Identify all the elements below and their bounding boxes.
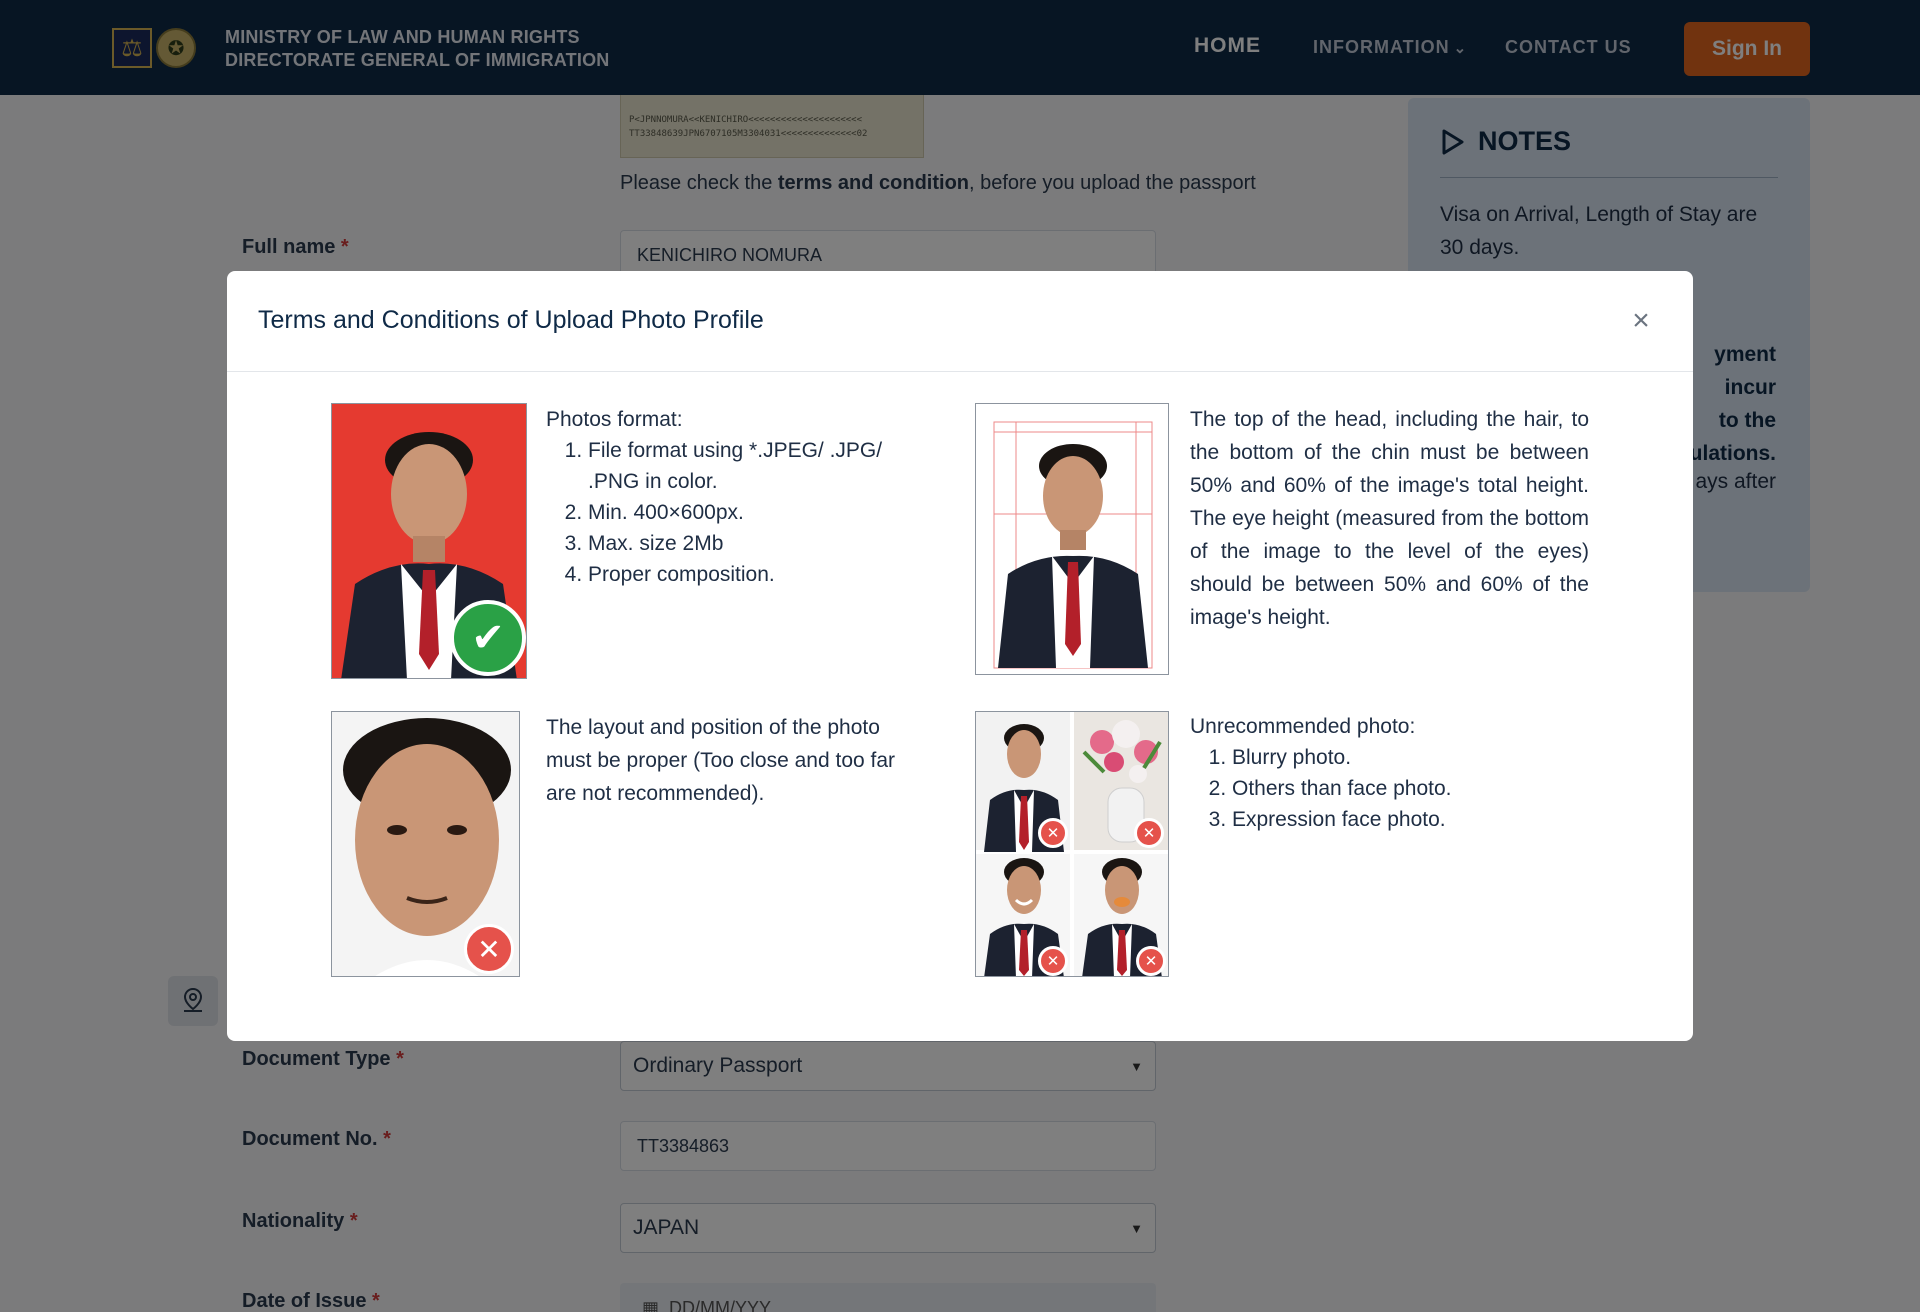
list-item: Min. 400×600px.: [588, 497, 906, 528]
close-icon[interactable]: ×: [1625, 305, 1657, 337]
modal-title: Terms and Conditions of Upload Photo Pro…: [258, 306, 764, 334]
measurement-guide-image: [993, 421, 1153, 669]
unrecommended-photo-grid: ✕ ✕ ✕ ✕: [975, 711, 1169, 977]
list-item: Others than face photo.: [1232, 773, 1590, 804]
layout-rule: The layout and position of the photo mus…: [546, 716, 896, 805]
list-item: Expression face photo.: [1232, 804, 1590, 835]
unrecommended-rules: Unrecommended photo: Blurry photo. Other…: [1190, 711, 1590, 835]
cross-icon: ✕: [1038, 946, 1068, 976]
photo-format-rules: Photos format: File format using *.JPEG/…: [546, 404, 906, 590]
expression-photo-example: ✕: [1074, 854, 1168, 976]
cross-icon: ✕: [1134, 818, 1164, 848]
head-size-rule: The top of the head, including the hair,…: [1190, 408, 1589, 629]
photo-format-title: Photos format:: [546, 408, 683, 431]
cross-icon: ✕: [1038, 818, 1068, 848]
smiling-photo-example: ✕: [976, 854, 1072, 976]
list-item: Blurry photo.: [1232, 742, 1590, 773]
list-item: Max. size 2Mb: [588, 528, 906, 559]
cross-icon: ✕: [464, 924, 514, 974]
cross-icon: ✕: [1136, 946, 1166, 976]
photo-format-list: File format using *.JPEG/ .JPG/ .PNG in …: [546, 435, 906, 590]
too-close-photo-example: ✕: [331, 711, 520, 977]
measurement-photo-example: [975, 403, 1169, 675]
unrecommended-title: Unrecommended photo:: [1190, 715, 1416, 738]
good-photo-example: ✔: [331, 403, 527, 679]
flower-photo-example: ✕: [1074, 712, 1168, 852]
list-item: Proper composition.: [588, 559, 906, 590]
check-icon: ✔: [450, 600, 526, 676]
unrecommended-list: Blurry photo. Others than face photo. Ex…: [1190, 742, 1590, 835]
blurry-photo-example: ✕: [976, 712, 1072, 852]
terms-modal: Terms and Conditions of Upload Photo Pro…: [227, 271, 1693, 1041]
list-item: File format using *.JPEG/ .JPG/ .PNG in …: [588, 435, 906, 497]
modal-header: Terms and Conditions of Upload Photo Pro…: [227, 271, 1693, 372]
